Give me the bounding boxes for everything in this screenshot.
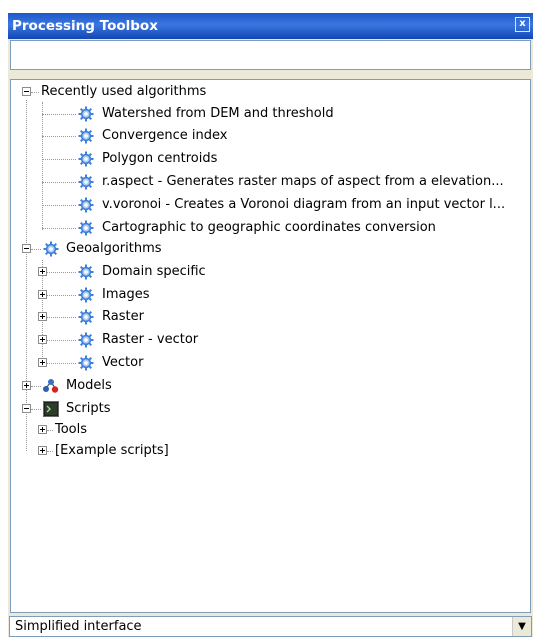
gear-icon bbox=[78, 309, 94, 325]
expand-icon[interactable] bbox=[38, 446, 47, 455]
gear-icon bbox=[78, 128, 94, 144]
tree-line bbox=[47, 340, 76, 341]
tree-node-label: Recently used algorithms bbox=[41, 84, 207, 99]
tree-node-domain-specific[interactable]: Domain specific bbox=[11, 261, 530, 283]
tree-line bbox=[42, 136, 76, 137]
tree-line bbox=[42, 182, 76, 183]
tree-line bbox=[42, 159, 76, 160]
algorithm-label: Watershed from DEM and threshold bbox=[102, 106, 334, 121]
list-item[interactable]: Cartographic to geographic coordinates c… bbox=[11, 217, 530, 239]
panel-titlebar[interactable]: Processing Toolbox x bbox=[8, 13, 533, 39]
list-item[interactable]: Watershed from DEM and threshold bbox=[11, 103, 530, 125]
gear-icon bbox=[78, 355, 94, 371]
collapse-icon[interactable] bbox=[22, 87, 31, 96]
tree-node-label: Raster bbox=[102, 309, 144, 324]
gear-icon bbox=[78, 287, 94, 303]
list-item[interactable]: r.aspect - Generates raster maps of aspe… bbox=[11, 171, 530, 193]
script-icon bbox=[43, 401, 59, 417]
expand-icon[interactable] bbox=[38, 267, 47, 276]
tree-node-vector[interactable]: Vector bbox=[11, 352, 530, 374]
collapse-icon[interactable] bbox=[22, 244, 31, 253]
models-icon bbox=[43, 379, 59, 393]
tree-node-raster-vector[interactable]: Raster - vector bbox=[11, 329, 530, 351]
tree-line bbox=[31, 249, 41, 250]
tree-node-label: [Example scripts] bbox=[55, 443, 169, 458]
collapse-icon[interactable] bbox=[22, 404, 31, 413]
gear-icon bbox=[78, 174, 94, 190]
tree-node-label: Models bbox=[66, 378, 112, 393]
tree-node-tools[interactable]: Tools bbox=[11, 419, 530, 441]
tree-line bbox=[47, 363, 76, 364]
algorithm-label: v.voronoi - Creates a Voronoi diagram fr… bbox=[102, 197, 506, 212]
tree-node-raster[interactable]: Raster bbox=[11, 306, 530, 328]
tree-node-images[interactable]: Images bbox=[11, 284, 530, 306]
gear-icon bbox=[78, 332, 94, 348]
gear-icon bbox=[78, 264, 94, 280]
expand-icon[interactable] bbox=[38, 290, 47, 299]
tree-node-label: Tools bbox=[55, 422, 88, 437]
tree-node-label: Raster - vector bbox=[102, 332, 199, 347]
tree-line bbox=[47, 295, 76, 296]
tree-line bbox=[31, 386, 41, 387]
tree-node-label: Scripts bbox=[66, 401, 111, 416]
expand-icon[interactable] bbox=[22, 381, 31, 390]
tree-node-recent[interactable]: Recently used algorithms bbox=[11, 81, 530, 103]
algorithm-label: Convergence index bbox=[102, 128, 228, 143]
tree-line bbox=[31, 409, 41, 410]
search-input[interactable] bbox=[10, 40, 531, 70]
tree-line bbox=[42, 228, 76, 229]
gear-icon bbox=[78, 197, 94, 213]
expand-icon[interactable] bbox=[38, 358, 47, 367]
tree-node-geoalgorithms[interactable]: Geoalgorithms bbox=[11, 238, 530, 260]
tree-line bbox=[31, 92, 39, 93]
panel-title: Processing Toolbox bbox=[12, 18, 158, 34]
interface-mode-select[interactable]: Simplified interface ▼ bbox=[9, 616, 532, 637]
tree-line bbox=[47, 272, 76, 273]
gear-icon bbox=[78, 151, 94, 167]
tree-node-label: Vector bbox=[102, 355, 144, 370]
tree-node-label: Domain specific bbox=[102, 264, 206, 279]
algorithm-tree[interactable]: Recently used algorithms Watershed from … bbox=[10, 79, 531, 613]
tree-node-label: Geoalgorithms bbox=[66, 241, 162, 256]
tree-line bbox=[42, 114, 76, 115]
gear-icon bbox=[78, 106, 94, 122]
algorithm-label: Cartographic to geographic coordinates c… bbox=[102, 220, 436, 235]
expand-icon[interactable] bbox=[38, 335, 47, 344]
chevron-down-icon[interactable]: ▼ bbox=[512, 617, 531, 636]
tree-line bbox=[47, 430, 53, 431]
list-item[interactable]: v.voronoi - Creates a Voronoi diagram fr… bbox=[11, 194, 530, 216]
list-item[interactable]: Convergence index bbox=[11, 125, 530, 147]
algorithm-label: Polygon centroids bbox=[102, 151, 218, 166]
tree-node-label: Images bbox=[102, 287, 150, 302]
tree-node-models[interactable]: Models bbox=[11, 375, 530, 397]
gear-icon bbox=[43, 241, 59, 257]
close-icon[interactable]: x bbox=[515, 17, 530, 32]
gear-icon bbox=[78, 220, 94, 236]
tree-line bbox=[47, 451, 53, 452]
interface-mode-value: Simplified interface bbox=[15, 619, 142, 634]
expand-icon[interactable] bbox=[38, 312, 47, 321]
tree-line bbox=[47, 317, 76, 318]
processing-toolbox-panel: Processing Toolbox x Recently used algor… bbox=[8, 13, 533, 637]
algorithm-label: r.aspect - Generates raster maps of aspe… bbox=[102, 174, 504, 189]
tree-line bbox=[42, 205, 76, 206]
list-item[interactable]: Polygon centroids bbox=[11, 148, 530, 170]
tree-node-example-scripts[interactable]: [Example scripts] bbox=[11, 440, 530, 462]
tree-node-scripts[interactable]: Scripts bbox=[11, 398, 530, 420]
expand-icon[interactable] bbox=[38, 425, 47, 434]
